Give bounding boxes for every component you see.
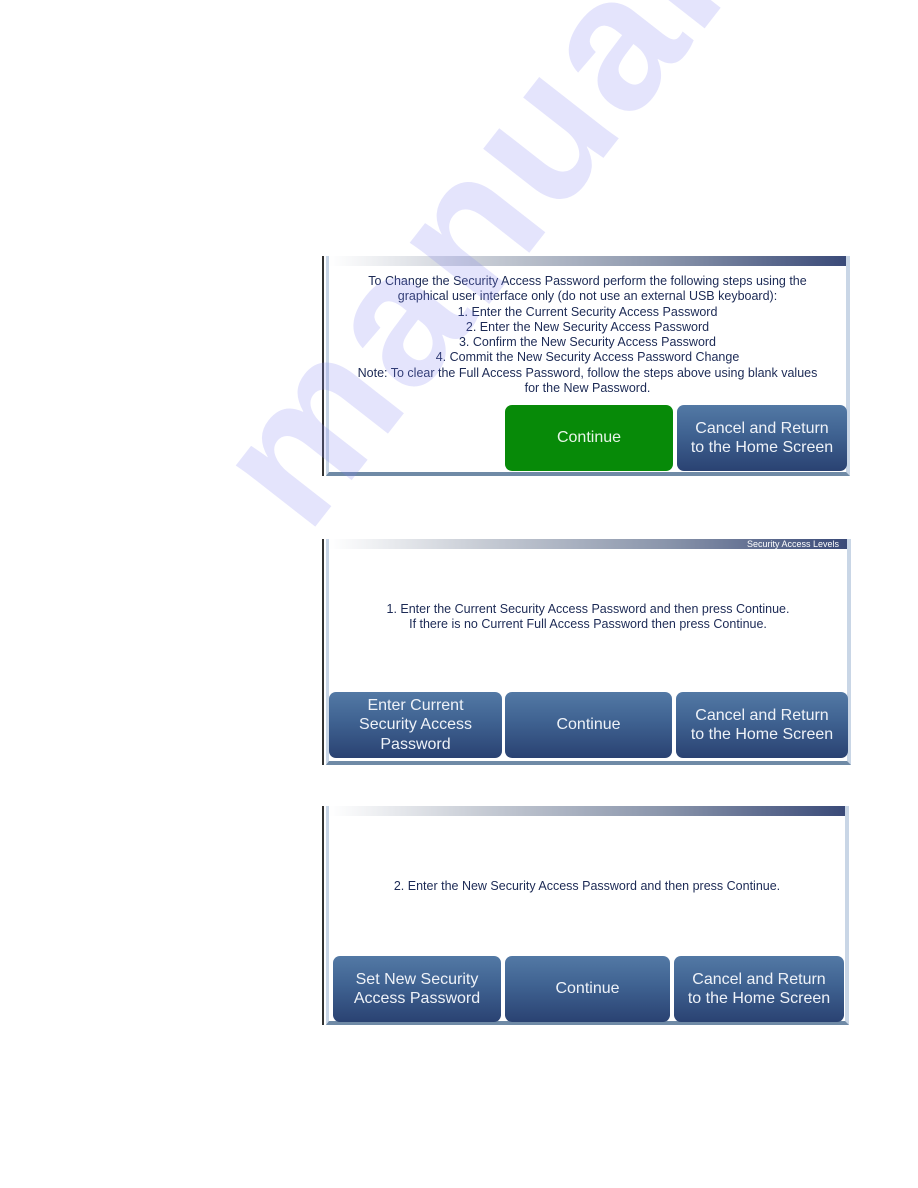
title-bar	[329, 256, 846, 266]
continue-button[interactable]: Continue	[505, 405, 673, 471]
continue-button[interactable]: Continue	[505, 692, 672, 758]
set-new-password-label: Set New Security Access Password	[353, 970, 481, 1008]
continue-button-label: Continue	[556, 429, 622, 447]
screen-frame: 2. Enter the New Security Access Passwor…	[326, 806, 849, 1025]
cancel-button-label: Cancel and Return to the Home Screen	[687, 970, 831, 1008]
message-line: 2. Enter the New Security Access Passwor…	[393, 879, 781, 893]
cancel-return-home-button[interactable]: Cancel and Return to the Home Screen	[676, 692, 848, 758]
message-line: 4. Commit the New Security Access Passwo…	[435, 350, 740, 365]
title-bar	[329, 806, 845, 816]
message-line: for the New Password.	[524, 381, 651, 396]
message-line: 3. Confirm the New Security Access Passw…	[458, 335, 717, 350]
enter-current-password-screen: Security Access Levels 1. Enter the Curr…	[322, 539, 851, 765]
instructions-text: 2. Enter the New Security Access Passwor…	[329, 879, 845, 894]
cancel-return-home-button[interactable]: Cancel and Return to the Home Screen	[674, 956, 844, 1022]
continue-button-label: Continue	[555, 980, 620, 998]
message-line: 2. Enter the New Security Access Passwor…	[465, 319, 710, 334]
continue-button-label: Continue	[556, 716, 621, 734]
enter-new-password-screen: 2. Enter the New Security Access Passwor…	[322, 806, 849, 1025]
instructions-text: 1. Enter the Current Security Access Pas…	[329, 602, 847, 633]
title-bar: Security Access Levels	[329, 539, 847, 549]
message-line: If there is no Current Full Access Passw…	[409, 617, 767, 632]
continue-button[interactable]: Continue	[505, 956, 670, 1022]
message-line: 1. Enter the Current Security Access Pas…	[457, 304, 718, 319]
cancel-button-label: Cancel and Return to the Home Screen	[690, 419, 834, 457]
instructions-text: To Change the Security Access Password p…	[329, 274, 846, 396]
message-line: Note: To clear the Full Access Password,…	[357, 365, 818, 380]
intro-screen: To Change the Security Access Password p…	[322, 256, 850, 476]
enter-current-password-button[interactable]: Enter Current Security Access Password	[329, 692, 502, 758]
screen-frame: Security Access Levels 1. Enter the Curr…	[326, 539, 851, 765]
message-line: To Change the Security Access Password p…	[368, 274, 807, 288]
screen-title: Security Access Levels	[746, 539, 839, 549]
set-new-password-button[interactable]: Set New Security Access Password	[333, 956, 501, 1022]
cancel-button-label: Cancel and Return to the Home Screen	[690, 706, 834, 744]
screen-frame: To Change the Security Access Password p…	[326, 256, 850, 476]
cancel-return-home-button[interactable]: Cancel and Return to the Home Screen	[677, 405, 847, 471]
message-line: 1. Enter the Current Security Access Pas…	[386, 602, 790, 616]
message-line: graphical user interface only (do not us…	[397, 289, 778, 304]
enter-current-password-label: Enter Current Security Access Password	[359, 696, 472, 753]
